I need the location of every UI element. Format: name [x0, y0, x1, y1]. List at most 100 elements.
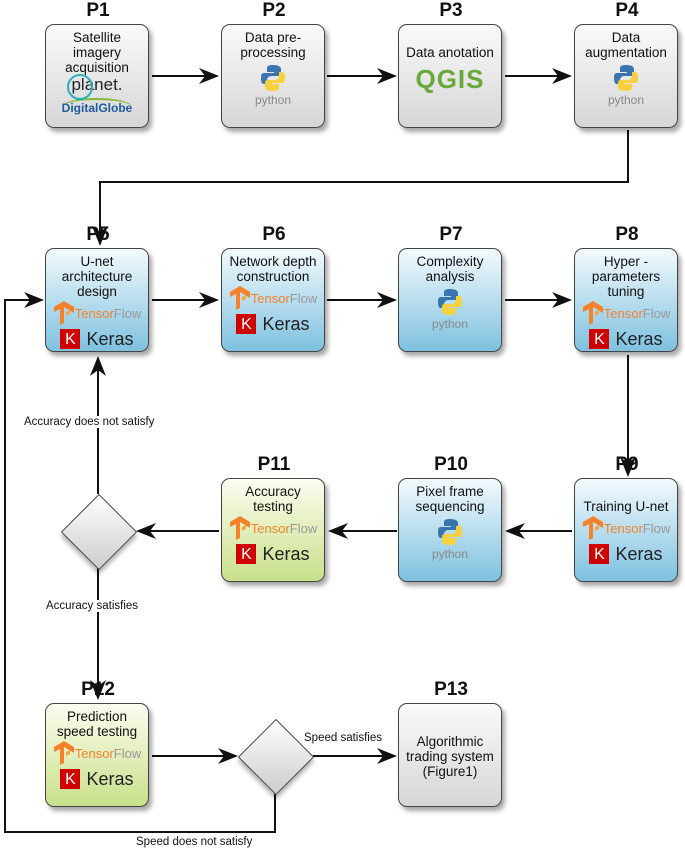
keras-logo-text: Keras	[262, 313, 310, 334]
process-title: Prediction speed testing	[56, 709, 138, 739]
process-box-p9: Training U-net Tensor Flow K Keras	[574, 478, 678, 582]
keras-k-icon: K	[236, 314, 257, 334]
keras-logo: K Keras	[236, 313, 310, 334]
process-title: Accuracy testing	[245, 484, 301, 514]
keras-logo: K Keras	[589, 543, 663, 564]
python-logo-text: python	[431, 317, 469, 331]
process-box-p1: Satellite imagery acquisition planet. Digi…	[45, 24, 149, 128]
tensorflow-logo: Tensor Flow	[582, 516, 670, 540]
process-box-p6: Network depth construction Tensor Flow K Ker…	[221, 248, 325, 352]
keras-logo-text: Keras	[86, 768, 134, 789]
tensorflow-text-tensor: Tensor	[250, 290, 290, 306]
keras-logo: K Keras	[589, 328, 663, 349]
arrow-p4-p5	[92, 130, 629, 246]
python-logo-text: python	[431, 547, 469, 561]
keras-logo-text: Keras	[615, 328, 663, 349]
node-id-label: P7	[439, 224, 463, 245]
keras-logo-text: Keras	[615, 543, 663, 564]
process-title: Data augmentation	[585, 30, 667, 60]
process-box-p8: Hyper - parameters tuning Tensor Flow K Kera…	[574, 248, 678, 352]
python-logo: python	[432, 288, 468, 332]
python-icon	[438, 289, 462, 315]
process-box-p5: U-net architecture design Tensor Flow K Kera…	[45, 248, 149, 352]
tensorflow-icon	[582, 301, 603, 325]
tensorflow-text-tensor: Tensor	[74, 745, 114, 761]
tensorflow-logo: Tensor Flow	[53, 741, 141, 765]
tensorflow-text-flow: Flow	[289, 290, 318, 306]
process-title: U-net architecture design	[61, 254, 133, 299]
label-speed-fail: Speed does not satisfy	[136, 836, 253, 848]
python-icon	[261, 65, 285, 91]
process-title: Pixel frame sequencing	[415, 484, 485, 514]
process-box-p12: Prediction speed testing Tensor Flow K Keras	[45, 703, 149, 807]
node-id-label: P3	[439, 0, 463, 21]
tensorflow-text-flow: Flow	[289, 520, 318, 536]
tensorflow-icon	[53, 301, 74, 325]
keras-k-icon: K	[60, 329, 81, 349]
keras-logo-text: Keras	[262, 543, 310, 564]
process-title: Hyper - parameters tuning	[591, 254, 661, 299]
node-id-label: P12	[81, 679, 115, 700]
keras-logo-text: Keras	[86, 328, 134, 349]
tensorflow-icon	[53, 741, 74, 765]
process-box-p13: Algorithmic trading system (Figure1)	[398, 703, 502, 807]
process-box-p10: Pixel frame sequencing python	[398, 478, 502, 582]
process-title: Training U-net	[583, 499, 669, 514]
node-id-label: P6	[262, 224, 286, 245]
process-box-p2: Data pre-processing python	[221, 24, 325, 128]
tensorflow-text-tensor: Tensor	[603, 520, 643, 536]
keras-k-icon: K	[60, 769, 81, 789]
process-box-p4: Data augmentation python	[574, 24, 678, 128]
node-id-label: P5	[86, 224, 110, 245]
keras-logo: K Keras	[60, 328, 134, 349]
node-id-label: P2	[262, 0, 286, 21]
qgis-logo: QGIS	[415, 64, 485, 94]
process-title: Data anotation	[406, 45, 494, 60]
keras-k-icon: K	[589, 329, 610, 349]
keras-logo: K Keras	[60, 768, 134, 789]
flowchart: Accuracy does not satisfy Accuracy satis…	[0, 0, 685, 852]
tensorflow-icon	[582, 516, 603, 540]
node-id-label: P9	[615, 454, 639, 475]
tensorflow-text-flow: Flow	[642, 520, 671, 536]
python-logo: python	[255, 64, 291, 108]
tensorflow-text-flow: Flow	[113, 305, 142, 321]
process-title: Data pre-processing	[240, 30, 306, 60]
process-box-p3: Data anotation QGIS	[398, 24, 502, 128]
python-logo: python	[432, 518, 468, 562]
label-accuracy-fail: Accuracy does not satisfy	[24, 416, 155, 428]
node-id-label: P4	[615, 0, 639, 21]
node-id-label: P11	[257, 454, 291, 475]
tensorflow-logo: Tensor Flow	[229, 516, 317, 540]
tensorflow-icon	[229, 516, 250, 540]
tensorflow-logo: Tensor Flow	[229, 286, 317, 310]
process-box-p7: Complexity analysis python	[398, 248, 502, 352]
tensorflow-text-flow: Flow	[642, 305, 671, 321]
planet-logo: planet.	[67, 74, 123, 100]
python-logo-text: python	[607, 93, 645, 107]
python-logo: python	[608, 64, 644, 108]
tensorflow-text-tensor: Tensor	[250, 520, 290, 536]
tensorflow-text-tensor: Tensor	[603, 305, 643, 321]
process-box-p11: Accuracy testing Tensor Flow K Keras	[221, 478, 325, 582]
process-title: Network depth construction	[229, 254, 317, 284]
tensorflow-icon	[229, 286, 250, 310]
node-id-label: P10	[434, 454, 468, 475]
tensorflow-text-flow: Flow	[113, 745, 142, 761]
process-title: Complexity analysis	[416, 254, 484, 284]
process-title: Satellite imagery acquisition	[65, 30, 129, 75]
label-accuracy-ok: Accuracy satisfies	[46, 600, 139, 612]
keras-logo: K Keras	[236, 543, 310, 564]
python-icon	[614, 65, 638, 91]
label-speed-ok: Speed satisfies	[304, 732, 382, 744]
node-id-label: P8	[615, 224, 639, 245]
tensorflow-text-tensor: Tensor	[74, 305, 114, 321]
process-title: Algorithmic trading system (Figure1)	[406, 734, 494, 779]
node-id-label: P1	[86, 0, 110, 21]
keras-k-icon: K	[589, 544, 610, 564]
python-logo-text: python	[254, 93, 292, 107]
python-icon	[438, 519, 462, 545]
keras-k-icon: K	[236, 544, 257, 564]
digitalglobe-logo: DigitalGlobe	[61, 98, 133, 116]
node-id-label: P13	[434, 679, 468, 700]
